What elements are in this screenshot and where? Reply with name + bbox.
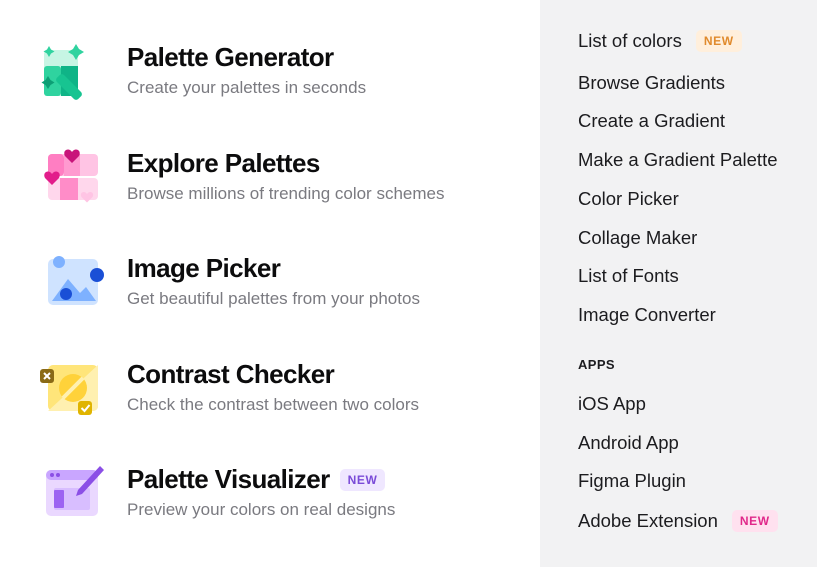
new-badge: NEW <box>339 468 386 491</box>
new-badge: NEW <box>695 30 742 52</box>
apps-heading: APPS <box>578 357 616 372</box>
link-make-gradient-palette[interactable]: Make a Gradient Palette <box>578 149 778 171</box>
palette-hearts-icon <box>40 148 104 212</box>
image-icon <box>40 253 104 317</box>
link-label: List of colors <box>578 30 682 51</box>
tool-title: Image Picker <box>127 253 281 283</box>
link-create-gradient[interactable]: Create a Gradient <box>578 110 725 132</box>
tool-title-text: Palette Visualizer <box>127 464 330 494</box>
new-badge: NEW <box>731 510 778 532</box>
link-label: Color Picker <box>578 188 679 209</box>
links-panel: List of colors NEW Browse Gradients Crea… <box>540 0 817 567</box>
link-image-converter[interactable]: Image Converter <box>578 304 716 326</box>
tool-title: Palette Visualizer NEW <box>127 464 386 495</box>
tool-subtitle: Create your palettes in seconds <box>127 78 367 97</box>
tool-title: Explore Palettes <box>127 148 320 178</box>
link-label: Create a Gradient <box>578 110 726 131</box>
tool-palette-visualizer[interactable]: Palette Visualizer NEW Preview your colo… <box>40 464 530 534</box>
tool-image-picker[interactable]: Image Picker Get beautiful palettes from… <box>40 253 530 323</box>
visualizer-icon <box>40 464 104 528</box>
link-list-of-fonts[interactable]: List of Fonts <box>578 265 679 287</box>
link-list-of-colors[interactable]: List of colors NEW <box>578 30 742 52</box>
link-ios-app[interactable]: iOS App <box>578 393 646 415</box>
link-figma-plugin[interactable]: Figma Plugin <box>578 470 686 492</box>
magic-wand-icon <box>40 42 104 106</box>
link-label: Browse Gradients <box>578 72 726 93</box>
tool-title: Contrast Checker <box>127 359 335 389</box>
link-adobe-extension[interactable]: Adobe Extension NEW <box>578 510 778 532</box>
link-label: List of Fonts <box>578 265 679 286</box>
contrast-icon <box>40 359 104 423</box>
link-collage-maker[interactable]: Collage Maker <box>578 227 697 249</box>
link-label: Collage Maker <box>578 227 698 248</box>
tool-subtitle: Check the contrast between two colors <box>127 395 419 414</box>
link-color-picker[interactable]: Color Picker <box>578 188 679 210</box>
link-label: iOS App <box>578 393 646 414</box>
tool-subtitle: Get beautiful palettes from your photos <box>127 289 420 308</box>
tool-subtitle: Browse millions of trending color scheme… <box>127 184 445 203</box>
link-browse-gradients[interactable]: Browse Gradients <box>578 72 725 94</box>
tool-contrast-checker[interactable]: Contrast Checker Check the contrast betw… <box>40 359 530 429</box>
link-android-app[interactable]: Android App <box>578 432 679 454</box>
link-label: Figma Plugin <box>578 470 686 491</box>
tool-palette-generator[interactable]: Palette Generator Create your palettes i… <box>40 42 530 112</box>
link-label: Adobe Extension <box>578 510 718 531</box>
tool-title: Palette Generator <box>127 42 334 72</box>
link-label: Make a Gradient Palette <box>578 149 778 170</box>
tools-panel: Palette Generator Create your palettes i… <box>0 0 540 567</box>
tool-subtitle: Preview your colors on real designs <box>127 500 396 519</box>
link-label: Image Converter <box>578 304 716 325</box>
tool-explore-palettes[interactable]: Explore Palettes Browse millions of tren… <box>40 148 530 218</box>
link-label: Android App <box>578 432 679 453</box>
